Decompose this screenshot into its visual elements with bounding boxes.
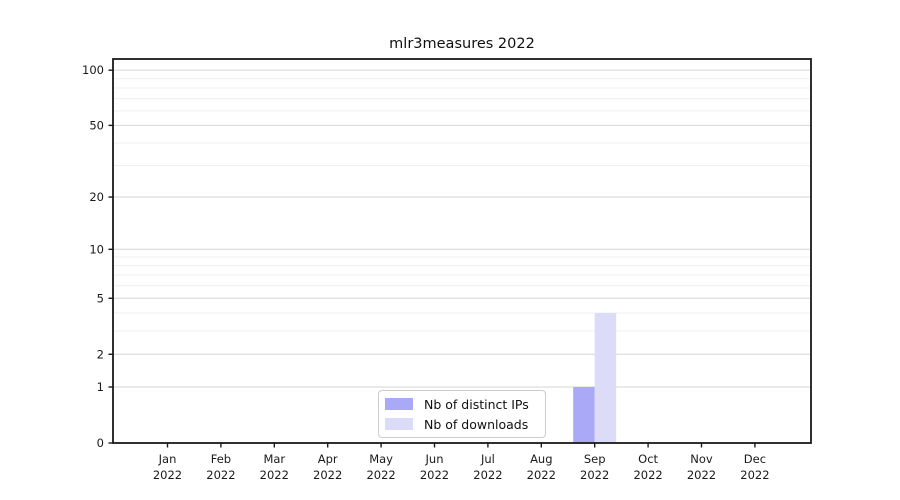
x-tick-label-month: Sep xyxy=(584,452,606,466)
legend: Nb of distinct IPs Nb of downloads xyxy=(378,390,546,438)
x-tick-label-year: 2022 xyxy=(633,468,662,482)
plot-border xyxy=(112,58,812,444)
x-tick-label-year: 2022 xyxy=(206,468,235,482)
x-tick-label-month: May xyxy=(369,452,393,466)
x-tick-label-month: Nov xyxy=(690,452,713,466)
y-tick-label: 0 xyxy=(97,436,104,450)
x-tick-label-month: Mar xyxy=(263,452,285,466)
legend-item-downloads: Nb of downloads xyxy=(385,417,539,432)
x-tick-label-month: Jan xyxy=(158,452,177,466)
x-tick-label-year: 2022 xyxy=(153,468,182,482)
bar-nb-of-downloads-sep xyxy=(594,312,617,443)
x-tick-label-month: Dec xyxy=(744,452,766,466)
x-tick-label-year: 2022 xyxy=(420,468,449,482)
x-tick-label-year: 2022 xyxy=(366,468,395,482)
legend-label-distinct-ips: Nb of distinct IPs xyxy=(424,396,529,412)
y-tick-label: 1 xyxy=(97,380,104,394)
x-tick-label-year: 2022 xyxy=(260,468,289,482)
x-tick-label-month: Oct xyxy=(638,452,658,466)
x-tick-label-year: 2022 xyxy=(580,468,609,482)
x-tick-label-month: Jul xyxy=(480,452,495,466)
x-tick-label-year: 2022 xyxy=(313,468,342,482)
y-tick-label: 5 xyxy=(97,291,104,305)
legend-swatch-distinct-ips xyxy=(385,398,413,410)
y-tick-label: 50 xyxy=(89,118,104,132)
x-tick-label-month: Aug xyxy=(530,452,552,466)
legend-swatch-downloads xyxy=(385,418,413,430)
y-tick-label: 100 xyxy=(82,63,104,77)
chart-title: mlr3measures 2022 xyxy=(389,36,535,52)
legend-item-distinct-ips: Nb of distinct IPs xyxy=(385,397,539,412)
x-tick-label-year: 2022 xyxy=(527,468,556,482)
x-tick-label-year: 2022 xyxy=(687,468,716,482)
y-tick-label: 10 xyxy=(89,242,104,256)
y-tick-label: 20 xyxy=(89,190,104,204)
figure: 0 1 2 5 10 20 50 100 Jan 2022 Feb 2022 Mar 2022 Apr 202… xyxy=(0,0,900,500)
x-tick-label-year: 2022 xyxy=(473,468,502,482)
x-tick-label-month: Apr xyxy=(318,452,338,466)
x-tick-label-month: Feb xyxy=(211,452,231,466)
legend-label-downloads: Nb of downloads xyxy=(424,416,529,432)
x-tick-label-month: Jun xyxy=(425,452,444,466)
x-tick-label-year: 2022 xyxy=(740,468,769,482)
bar-nb-of-distinct-ips-sep xyxy=(573,387,595,443)
y-tick-label: 2 xyxy=(97,347,104,361)
